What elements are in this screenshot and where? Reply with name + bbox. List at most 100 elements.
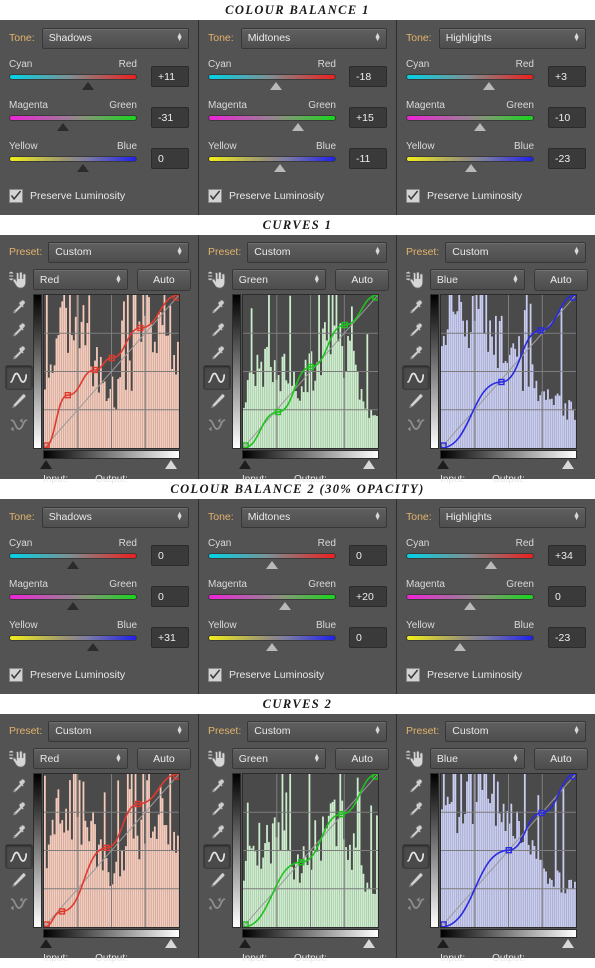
curve-graph[interactable] [441, 774, 577, 927]
white-point-eyedropper-icon[interactable] [403, 775, 429, 798]
curve-tool-icon[interactable] [401, 844, 430, 869]
slider-track[interactable] [9, 115, 137, 131]
slider-thumb[interactable] [266, 561, 278, 569]
curve-graph[interactable] [44, 295, 180, 448]
slider-thumb[interactable] [453, 643, 466, 651]
slider-track[interactable] [9, 594, 137, 610]
tone-select[interactable]: Midtones ▲ ▼ [240, 506, 387, 528]
channel-select[interactable]: Blue ▲ ▼ [429, 269, 525, 290]
slider-track[interactable] [208, 594, 336, 610]
curve-grid-box[interactable] [43, 294, 181, 449]
slider-value-box[interactable]: +34 [548, 545, 586, 566]
pencil-tool-icon[interactable] [403, 869, 429, 892]
tone-select[interactable]: Midtones ▲ ▼ [240, 27, 387, 49]
slider-thumb[interactable] [292, 123, 305, 131]
slider-track[interactable] [208, 74, 336, 90]
white-point-slider-thumb[interactable] [164, 460, 177, 469]
preserve-luminosity-checkbox[interactable] [406, 189, 420, 203]
channel-select[interactable]: Blue ▲ ▼ [429, 748, 525, 769]
auto-button[interactable]: Auto [136, 747, 191, 770]
white-point-slider-thumb[interactable] [363, 939, 376, 948]
slider-thumb[interactable] [56, 123, 69, 131]
target-adjustment-hand-icon[interactable] [4, 749, 33, 768]
slider-value-box[interactable]: 0 [349, 545, 387, 566]
curve-tool-icon[interactable] [203, 844, 232, 869]
slider-value-box[interactable]: 0 [151, 586, 189, 607]
pencil-tool-icon[interactable] [6, 390, 32, 413]
black-point-slider-thumb[interactable] [238, 939, 251, 948]
slider-track[interactable] [208, 115, 336, 131]
preserve-luminosity-checkbox[interactable] [208, 668, 222, 682]
slider-value-box[interactable]: +11 [151, 66, 189, 87]
smooth-curve-icon[interactable] [403, 413, 429, 436]
preserve-luminosity-checkbox[interactable] [9, 189, 23, 203]
slider-track[interactable] [406, 635, 534, 651]
pencil-tool-icon[interactable] [204, 390, 230, 413]
target-adjustment-hand-icon[interactable] [203, 270, 232, 289]
gray-point-eyedropper-icon[interactable] [204, 319, 230, 342]
white-point-slider-thumb[interactable] [363, 460, 376, 469]
slider-thumb[interactable] [77, 164, 90, 172]
curve-grid-box[interactable] [241, 773, 379, 928]
preserve-luminosity-checkbox[interactable] [208, 189, 222, 203]
channel-select[interactable]: Red ▲ ▼ [32, 748, 128, 769]
slider-track[interactable] [406, 156, 534, 172]
preserve-luminosity-row[interactable]: Preserve Luminosity [406, 668, 586, 682]
slider-thumb[interactable] [465, 164, 478, 172]
pencil-tool-icon[interactable] [204, 869, 230, 892]
gray-point-eyedropper-icon[interactable] [6, 319, 32, 342]
curve-grid-box[interactable] [241, 294, 379, 449]
auto-button[interactable]: Auto [533, 268, 588, 291]
curve-grid-box[interactable] [440, 773, 578, 928]
slider-value-box[interactable]: -23 [548, 148, 586, 169]
curve-tool-icon[interactable] [4, 365, 33, 390]
slider-value-box[interactable]: 0 [349, 627, 387, 648]
target-adjustment-hand-icon[interactable] [401, 749, 430, 768]
tone-select[interactable]: Shadows ▲ ▼ [41, 506, 189, 528]
slider-thumb[interactable] [278, 602, 291, 610]
tone-select[interactable]: Highlights ▲ ▼ [438, 506, 586, 528]
tone-select[interactable]: Shadows ▲ ▼ [41, 27, 189, 49]
target-adjustment-hand-icon[interactable] [401, 270, 430, 289]
slider-thumb[interactable] [273, 164, 286, 172]
slider-thumb[interactable] [82, 82, 95, 90]
slider-track[interactable] [9, 635, 137, 651]
slider-value-box[interactable]: -18 [349, 66, 387, 87]
curve-tool-icon[interactable] [401, 365, 430, 390]
slider-value-box[interactable]: -10 [548, 107, 586, 128]
slider-thumb[interactable] [266, 643, 278, 651]
slider-value-box[interactable]: +3 [548, 66, 586, 87]
curve-graph[interactable] [242, 295, 378, 448]
target-adjustment-hand-icon[interactable] [4, 270, 33, 289]
curve-graph[interactable] [441, 295, 577, 448]
black-point-eyedropper-icon[interactable] [204, 342, 230, 365]
preserve-luminosity-checkbox[interactable] [406, 668, 420, 682]
preserve-luminosity-checkbox[interactable] [9, 668, 23, 682]
preset-select[interactable]: Custom ▲ ▼ [445, 720, 586, 742]
black-point-eyedropper-icon[interactable] [403, 342, 429, 365]
slider-thumb[interactable] [482, 82, 495, 90]
slider-value-box[interactable]: -23 [548, 627, 586, 648]
smooth-curve-icon[interactable] [204, 413, 230, 436]
white-point-slider-thumb[interactable] [164, 939, 177, 948]
gray-point-eyedropper-icon[interactable] [403, 798, 429, 821]
preserve-luminosity-row[interactable]: Preserve Luminosity [9, 189, 189, 203]
preserve-luminosity-row[interactable]: Preserve Luminosity [9, 668, 189, 682]
slider-value-box[interactable]: 0 [151, 148, 189, 169]
white-point-eyedropper-icon[interactable] [6, 296, 32, 319]
gray-point-eyedropper-icon[interactable] [6, 798, 32, 821]
white-point-eyedropper-icon[interactable] [403, 296, 429, 319]
preset-select[interactable]: Custom ▲ ▼ [48, 241, 189, 263]
slider-value-box[interactable]: +20 [349, 586, 387, 607]
auto-button[interactable]: Auto [335, 268, 389, 291]
slider-track[interactable] [9, 156, 137, 172]
slider-track[interactable] [406, 594, 534, 610]
preset-select[interactable]: Custom ▲ ▼ [247, 720, 387, 742]
tone-select[interactable]: Highlights ▲ ▼ [438, 27, 586, 49]
slider-track[interactable] [208, 635, 336, 651]
white-point-eyedropper-icon[interactable] [204, 775, 230, 798]
smooth-curve-icon[interactable] [6, 892, 32, 915]
slider-value-box[interactable]: -11 [349, 148, 387, 169]
slider-thumb[interactable] [485, 561, 498, 569]
white-point-slider-thumb[interactable] [561, 460, 574, 469]
